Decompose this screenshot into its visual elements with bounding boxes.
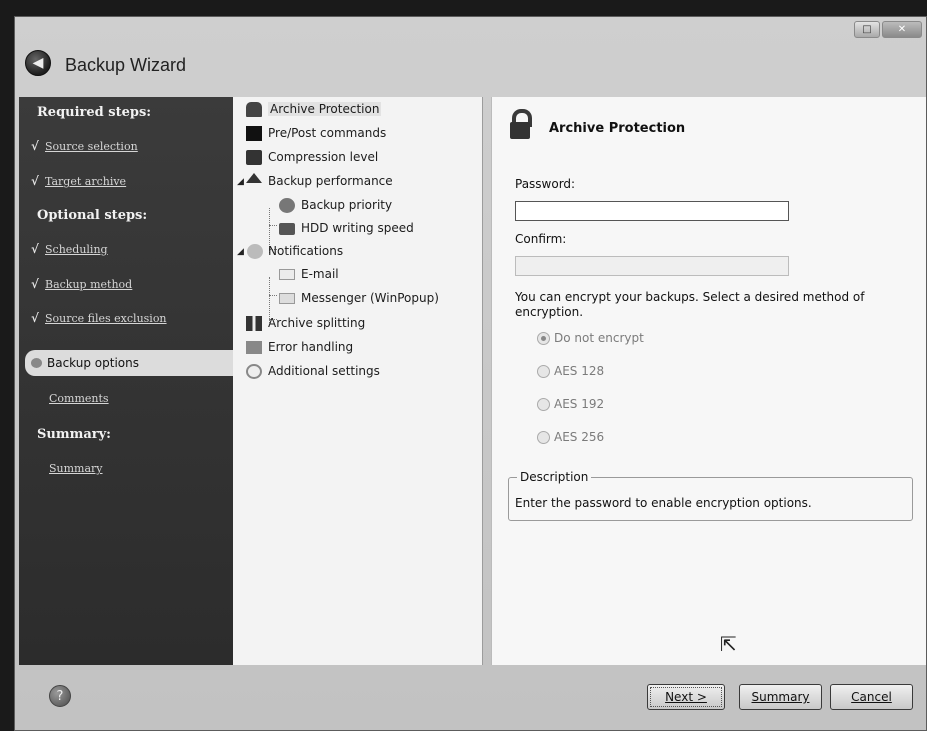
description-text: Enter the password to enable encryption …: [515, 496, 812, 510]
step-source-files-exclusion[interactable]: √ Source files exclusion: [31, 311, 167, 325]
performance-arrow-icon: [246, 173, 262, 183]
encryption-note: You can encrypt your backups. Select a d…: [515, 290, 865, 319]
radio-aes-128[interactable]: AES 128: [537, 364, 604, 378]
check-icon: √: [31, 174, 39, 188]
radio-icon: [537, 364, 550, 378]
check-icon: √: [31, 277, 39, 291]
window-title: Backup Wizard: [65, 55, 187, 75]
radio-icon: [537, 397, 550, 411]
step-summary[interactable]: Summary: [49, 462, 103, 475]
panel-title: Archive Protection: [549, 121, 686, 136]
step-backup-options-label: Backup options: [47, 356, 139, 370]
password-input[interactable]: [515, 201, 789, 221]
window-controls: □ ✕: [854, 21, 922, 38]
current-step-icon: [31, 358, 42, 368]
notifications-icon: [247, 244, 263, 259]
description-box: Description Enter the password to enable…: [508, 470, 913, 521]
settings-icon: [246, 364, 262, 379]
compression-icon: [246, 150, 262, 165]
close-button[interactable]: ✕: [882, 21, 922, 38]
archive-protection-panel: Archive Protection Password: Confirm: Yo…: [491, 97, 926, 665]
split-icon: [246, 316, 262, 331]
error-handling-icon: [246, 341, 262, 354]
radio-aes-256[interactable]: AES 256: [537, 430, 604, 444]
back-button[interactable]: ◀: [25, 50, 51, 76]
step-backup-method[interactable]: √ Backup method: [31, 277, 132, 291]
radio-icon: [537, 430, 550, 444]
check-icon: √: [31, 242, 39, 256]
collapse-arrow-icon: ◢: [237, 177, 244, 187]
lock-icon: [246, 102, 262, 117]
step-scheduling[interactable]: √ Scheduling: [31, 242, 108, 256]
required-steps-heading: Required steps:: [37, 105, 152, 120]
tree-connector: [269, 295, 277, 296]
maximize-button[interactable]: □: [854, 21, 880, 38]
optional-steps-heading: Optional steps:: [37, 208, 148, 223]
description-title: Description: [517, 470, 592, 484]
next-button[interactable]: Next >: [647, 684, 725, 710]
radio-selected-icon: [537, 331, 550, 345]
step-target-archive[interactable]: √ Target archive: [31, 174, 126, 188]
backup-wizard-window: ◀ Backup Wizard □ ✕ Required steps: √ Sou…: [14, 16, 927, 731]
envelope-icon: [279, 269, 295, 280]
messenger-icon: [279, 293, 295, 304]
tree-connector: [269, 225, 277, 226]
step-source-selection[interactable]: √ Source selection: [31, 139, 138, 153]
confirm-label: Confirm:: [515, 232, 567, 246]
confirm-password-input[interactable]: [515, 256, 789, 276]
back-arrow-icon: ◀: [32, 55, 44, 71]
step-backup-options[interactable]: Backup options: [25, 350, 233, 376]
summary-heading: Summary:: [37, 427, 111, 442]
check-icon: √: [31, 311, 39, 325]
radio-aes-192[interactable]: AES 192: [537, 397, 604, 411]
help-icon[interactable]: ?: [49, 685, 71, 707]
summary-button[interactable]: Summary: [739, 684, 822, 710]
steps-sidebar: Required steps: √ Source selection √ Targe…: [19, 97, 233, 665]
options-tree: Archive Protection Pre/Post commands Com…: [233, 97, 483, 665]
lock-icon: [510, 109, 532, 139]
password-label: Password:: [515, 177, 576, 191]
mouse-cursor-icon: ⇱: [720, 632, 737, 656]
step-comments[interactable]: Comments: [49, 392, 109, 405]
collapse-arrow-icon: ◢: [237, 247, 244, 257]
terminal-icon: [246, 126, 262, 141]
title-bar: ◀ Backup Wizard □ ✕: [15, 17, 926, 95]
radio-do-not-encrypt[interactable]: Do not encrypt: [537, 331, 644, 345]
check-icon: √: [31, 139, 39, 153]
priority-icon: [279, 198, 295, 213]
hdd-icon: [279, 223, 295, 235]
cancel-button[interactable]: Cancel: [830, 684, 913, 710]
